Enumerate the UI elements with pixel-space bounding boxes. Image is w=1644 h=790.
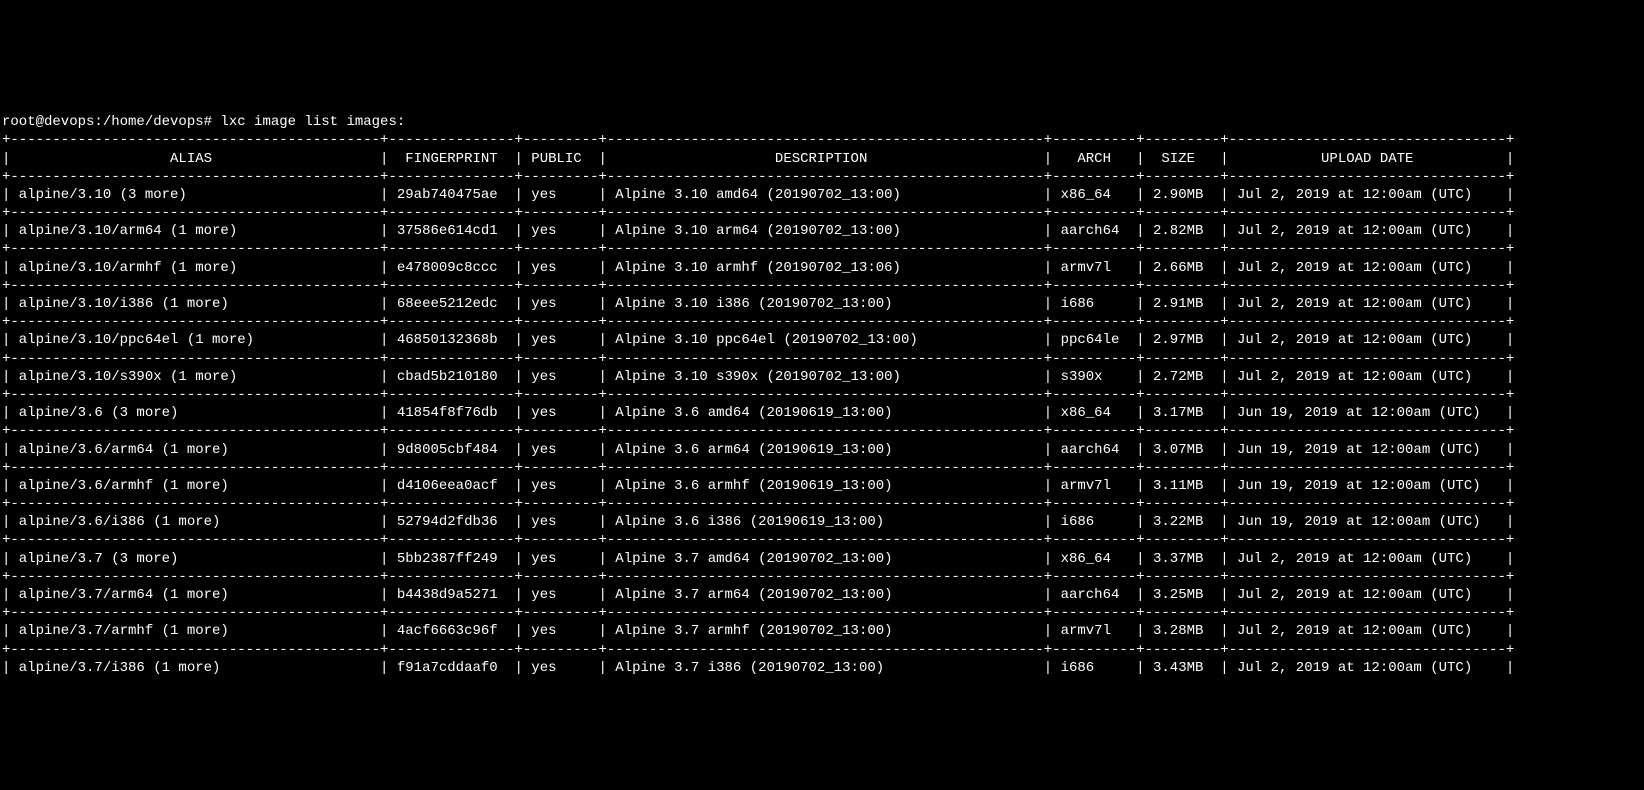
table-separator: +---------------------------------------… <box>2 641 1642 659</box>
terminal-output: root@devops:/home/devops# lxc image list… <box>0 91 1644 699</box>
table-row: | alpine/3.10/s390x (1 more) | cbad5b210… <box>2 368 1642 386</box>
table-row: | alpine/3.6 (3 more) | 41854f8f76db | y… <box>2 404 1642 422</box>
table-separator: +---------------------------------------… <box>2 350 1642 368</box>
table-row: | alpine/3.6/i386 (1 more) | 52794d2fdb3… <box>2 513 1642 531</box>
table-separator: +---------------------------------------… <box>2 204 1642 222</box>
table-separator: +---------------------------------------… <box>2 495 1642 513</box>
table-separator: +---------------------------------------… <box>2 168 1642 186</box>
table-row: | alpine/3.10/i386 (1 more) | 68eee5212e… <box>2 295 1642 313</box>
table-separator: +---------------------------------------… <box>2 386 1642 404</box>
table-separator: +---------------------------------------… <box>2 459 1642 477</box>
table-row: | alpine/3.6/armhf (1 more) | d4106eea0a… <box>2 477 1642 495</box>
table-row: | alpine/3.7 (3 more) | 5bb2387ff249 | y… <box>2 550 1642 568</box>
shell-prompt-line: root@devops:/home/devops# lxc image list… <box>2 114 405 130</box>
table-separator: +---------------------------------------… <box>2 604 1642 622</box>
table-header-row: | ALIAS | FINGERPRINT | PUBLIC | DESCRIP… <box>2 150 1642 168</box>
table-separator: +---------------------------------------… <box>2 277 1642 295</box>
table-separator: +---------------------------------------… <box>2 568 1642 586</box>
table-container: +---------------------------------------… <box>2 131 1642 677</box>
table-separator: +---------------------------------------… <box>2 131 1642 149</box>
table-row: | alpine/3.7/armhf (1 more) | 4acf6663c9… <box>2 622 1642 640</box>
table-separator: +---------------------------------------… <box>2 313 1642 331</box>
table-separator: +---------------------------------------… <box>2 531 1642 549</box>
table-separator: +---------------------------------------… <box>2 240 1642 258</box>
table-row: | alpine/3.7/arm64 (1 more) | b4438d9a52… <box>2 586 1642 604</box>
table-row: | alpine/3.7/i386 (1 more) | f91a7cddaaf… <box>2 659 1642 677</box>
table-row: | alpine/3.6/arm64 (1 more) | 9d8005cbf4… <box>2 441 1642 459</box>
table-row: | alpine/3.10/armhf (1 more) | e478009c8… <box>2 259 1642 277</box>
table-separator: +---------------------------------------… <box>2 422 1642 440</box>
table-row: | alpine/3.10 (3 more) | 29ab740475ae | … <box>2 186 1642 204</box>
table-row: | alpine/3.10/ppc64el (1 more) | 4685013… <box>2 331 1642 349</box>
table-row: | alpine/3.10/arm64 (1 more) | 37586e614… <box>2 222 1642 240</box>
